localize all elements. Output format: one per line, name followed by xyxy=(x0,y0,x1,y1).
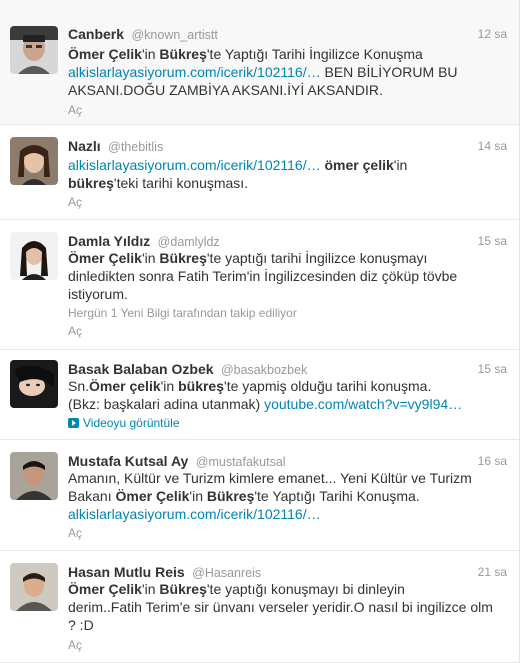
hashtag-bold: Bükreş xyxy=(159,250,207,266)
expand-link[interactable]: Aç xyxy=(68,638,82,652)
tweet-text: Amanın, Kültür ve Turizm kimlere emanet.… xyxy=(68,469,501,523)
avatar[interactable] xyxy=(10,360,58,408)
expand-link[interactable]: Aç xyxy=(68,103,82,117)
text-fragment: 'in xyxy=(141,250,160,266)
expand-link[interactable]: Aç xyxy=(68,526,82,540)
hashtag-bold: bükreş xyxy=(68,175,114,191)
avatar[interactable] xyxy=(10,232,58,280)
tweet-fullname[interactable]: Basak Balaban Ozbek xyxy=(68,361,214,377)
text-fragment: 'te yaptığı konuşmayı bi dinleyin xyxy=(206,581,405,597)
text-line: ? :D xyxy=(68,617,94,633)
tweet-item[interactable]: Damla Yıldız @damlyldz 15 sa Ömer Çelik'… xyxy=(0,220,519,350)
tweet-time[interactable]: 12 sa xyxy=(478,27,507,41)
avatar[interactable] xyxy=(10,452,58,500)
tweet-time[interactable]: 16 sa xyxy=(478,454,507,468)
avatar[interactable] xyxy=(10,563,58,611)
tweet-item[interactable]: Canberk @known_artistt 12 sa Ömer Çelik'… xyxy=(0,0,519,125)
text-fragment: 'te Yaptığı Tarihi Konuşma. xyxy=(254,488,420,504)
avatar[interactable] xyxy=(10,137,58,185)
hashtag-bold: Ömer Çelik xyxy=(115,488,190,504)
tweet-timeline: Canberk @known_artistt 12 sa Ömer Çelik'… xyxy=(0,0,520,663)
text-fragment: 'in xyxy=(189,488,207,504)
hashtag-bold: Ömer çelik xyxy=(89,378,161,394)
tweet-username[interactable]: @Hasanreis xyxy=(192,566,261,580)
text-fragment: 'te Yaptığı Tarihi İngilizce Konuşma xyxy=(206,46,423,62)
text-line: dinledikten sonra Fatih Terim'in İngiliz… xyxy=(68,268,458,284)
tweet-time[interactable]: 21 sa xyxy=(478,565,507,579)
text-fragment: 'te yaptığı tarihi İngilizce konuşmayı xyxy=(206,250,428,266)
hashtag-bold: Bükreş xyxy=(206,488,255,504)
tweet-item[interactable]: Nazlı @thebitlis 14 sa alkislarlayasiyor… xyxy=(0,125,519,220)
text-fragment: 'te yapmiş olduğu tarihi konuşma. xyxy=(224,378,432,394)
avatar[interactable] xyxy=(10,26,58,74)
tweet-time[interactable]: 14 sa xyxy=(478,139,507,153)
tweet-username[interactable]: @known_artistt xyxy=(131,28,217,42)
text-fragment: 'in xyxy=(160,378,179,394)
tweet-fullname[interactable]: Nazlı xyxy=(68,138,101,154)
tweet-link[interactable]: alkislarlayasiyorum.com/icerik/102116/… xyxy=(68,64,321,80)
tweet-fullname[interactable]: Damla Yıldız xyxy=(68,233,150,249)
text-fragment: 'in xyxy=(141,581,160,597)
tweet-username[interactable]: @mustafakutsal xyxy=(196,455,286,469)
tweet-item[interactable]: Hasan Mutlu Reis @Hasanreis 21 sa Ömer Ç… xyxy=(0,551,519,663)
text-fragment: Bakanı xyxy=(68,488,116,504)
hashtag-bold: Bükreş xyxy=(159,46,207,62)
text-fragment: BEN BİLİYORUM BU xyxy=(320,64,458,80)
tweet-fullname[interactable]: Mustafa Kutsal Ay xyxy=(68,453,188,469)
view-video-link[interactable]: Videoyu görüntüle xyxy=(68,416,180,430)
tweet-time[interactable]: 15 sa xyxy=(478,362,507,376)
text-line: istiyorum. xyxy=(68,286,128,302)
tweet-time[interactable]: 15 sa xyxy=(478,234,507,248)
tweet-text: Sn.Ömer çelik'in bükreş'te yapmiş olduğu… xyxy=(68,377,501,413)
expand-link[interactable]: Aç xyxy=(68,195,82,209)
tweet-username[interactable]: @thebitlis xyxy=(108,140,163,154)
tweet-username[interactable]: @basakbozbek xyxy=(221,363,307,377)
tweet-text: Ömer Çelik'in Bükreş'te Yaptığı Tarihi İ… xyxy=(68,45,501,99)
video-label: Videoyu görüntüle xyxy=(83,416,180,430)
tweet-link[interactable]: alkislarlayasiyorum.com/icerik/102116/… xyxy=(68,506,321,522)
tweet-link[interactable]: youtube.com/watch?v=vy9l94… xyxy=(264,396,462,412)
text-line: Amanın, Kültür ve Turizm kimlere emanet.… xyxy=(68,470,472,486)
hashtag-bold: Ömer Çelik xyxy=(68,581,142,597)
followed-by-note: Hergün 1 Yeni Bilgi tarafından takip edi… xyxy=(68,306,297,320)
hashtag-bold: Ömer Çelik xyxy=(68,46,142,62)
hashtag-bold: ömer çelik xyxy=(324,157,394,173)
text-fragment: 'teki tarihi konuşması. xyxy=(113,175,249,191)
tweet-fullname[interactable]: Hasan Mutlu Reis xyxy=(68,564,185,580)
text-fragment: (Bkz: başkalari adina utanmak) xyxy=(68,396,265,412)
tweet-item[interactable]: Basak Balaban Ozbek @basakbozbek 15 sa S… xyxy=(0,350,519,440)
tweet-link[interactable]: alkislarlayasiyorum.com/icerik/102116/… xyxy=(68,157,321,173)
tweet-item[interactable]: Mustafa Kutsal Ay @mustafakutsal 16 sa A… xyxy=(0,440,519,551)
text-line: AKSANI.DOĞU ZAMBİYA AKSANI.İYİ AKSANDIR. xyxy=(68,82,383,98)
expand-link[interactable]: Aç xyxy=(68,324,82,338)
text-fragment: 'in xyxy=(393,157,408,173)
tweet-text: alkislarlayasiyorum.com/icerik/102116/… … xyxy=(68,156,501,192)
tweet-fullname[interactable]: Canberk xyxy=(68,26,124,42)
tweet-username[interactable]: @damlyldz xyxy=(158,235,220,249)
tweet-text: Ömer Çelik'in Bükreş'te yaptığı tarihi İ… xyxy=(68,249,501,303)
text-line: derim..Fatih Terim'e sir ünvanı verseler… xyxy=(68,599,493,615)
hashtag-bold: Ömer Çelik xyxy=(68,250,142,266)
text-fragment: Sn. xyxy=(68,378,90,394)
video-play-icon xyxy=(68,418,79,428)
hashtag-bold: Bükreş xyxy=(159,581,207,597)
tweet-text: Ömer Çelik'in Bükreş'te yaptığı konuşmay… xyxy=(68,580,501,634)
text-fragment: 'in xyxy=(141,46,160,62)
hashtag-bold: bükreş xyxy=(178,378,225,394)
